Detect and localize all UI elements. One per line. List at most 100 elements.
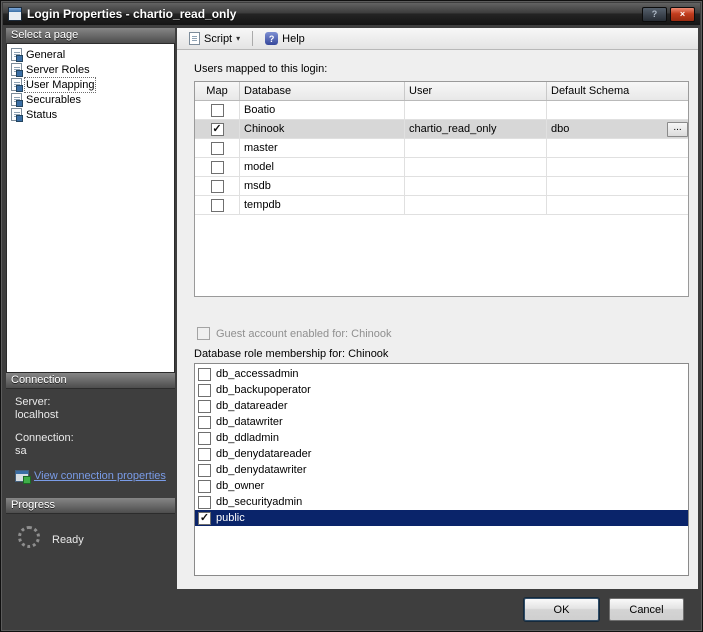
- database-cell: master: [240, 139, 405, 157]
- connection-label: Connection:: [15, 432, 175, 445]
- table-row[interactable]: tempdb: [195, 196, 688, 215]
- sidebar-item-general[interactable]: General: [7, 47, 174, 62]
- column-header-default-schema: Default Schema: [547, 82, 689, 100]
- role-label: db_denydatareader: [216, 448, 311, 460]
- role-list-item[interactable]: db_securityadmin: [195, 494, 688, 510]
- database-cell: model: [240, 158, 405, 176]
- user-cell: [405, 177, 547, 195]
- default-schema-cell[interactable]: dbo ...: [547, 120, 689, 138]
- page-list: General Server Roles User Mapping Secura…: [6, 44, 175, 373]
- role-list-item[interactable]: db_denydatawriter: [195, 462, 688, 478]
- sidebar-item-server-roles[interactable]: Server Roles: [7, 62, 174, 77]
- connection-value: sa: [15, 445, 175, 458]
- role-membership-label: Database role membership for: Chinook: [194, 348, 388, 360]
- progress-header: Progress: [6, 498, 175, 514]
- default-schema-cell: [547, 158, 689, 176]
- role-list-item[interactable]: db_backupoperator: [195, 382, 688, 398]
- role-checkbox[interactable]: [198, 432, 211, 445]
- default-schema-cell: [547, 101, 689, 119]
- map-cell: [195, 139, 240, 157]
- server-label: Server:: [15, 396, 175, 409]
- role-list-item[interactable]: db_ddladmin: [195, 430, 688, 446]
- role-checkbox[interactable]: [198, 464, 211, 477]
- help-titlebar-button[interactable]: ?: [642, 7, 667, 22]
- table-row[interactable]: Boatio: [195, 101, 688, 120]
- help-button-label: Help: [282, 33, 305, 45]
- map-checkbox[interactable]: [211, 199, 224, 212]
- sidebar-item-user-mapping[interactable]: User Mapping: [7, 77, 174, 92]
- role-label: db_datareader: [216, 400, 288, 412]
- role-list-item[interactable]: public: [195, 510, 688, 526]
- toolbar-separator: [252, 31, 253, 46]
- view-properties-icon: [15, 470, 29, 482]
- help-icon: [265, 32, 278, 45]
- toolbar: Script ▾ Help: [177, 28, 698, 50]
- close-button[interactable]: ×: [670, 7, 695, 22]
- user-mapping-table: Map Database User Default Schema Boatio …: [194, 81, 689, 297]
- role-checkbox[interactable]: [198, 384, 211, 397]
- database-cell: msdb: [240, 177, 405, 195]
- map-cell: [195, 120, 240, 138]
- titlebar: Login Properties - chartio_read_only ? ×: [3, 3, 700, 25]
- role-label: db_denydatawriter: [216, 464, 307, 476]
- sidebar-item-status[interactable]: Status: [7, 107, 174, 122]
- view-connection-properties-link[interactable]: View connection properties: [34, 470, 166, 482]
- script-button[interactable]: Script ▾: [183, 30, 246, 47]
- role-label: db_securityadmin: [216, 496, 302, 508]
- role-checkbox[interactable]: [198, 448, 211, 461]
- user-cell[interactable]: chartio_read_only: [405, 120, 547, 138]
- window-icon: [8, 7, 22, 21]
- sidebar-item-label: Server Roles: [26, 64, 90, 76]
- script-icon: [189, 32, 200, 45]
- browse-schema-button[interactable]: ...: [667, 122, 688, 137]
- map-checkbox[interactable]: [211, 142, 224, 155]
- role-checkbox[interactable]: [198, 368, 211, 381]
- map-checkbox[interactable]: [211, 161, 224, 174]
- page-icon: [11, 108, 22, 121]
- connection-header: Connection: [6, 373, 175, 389]
- sidebar-item-securables[interactable]: Securables: [7, 92, 174, 107]
- page-icon: [11, 93, 22, 106]
- page-icon: [11, 78, 22, 91]
- map-cell: [195, 158, 240, 176]
- script-button-label: Script: [204, 33, 232, 45]
- table-row[interactable]: msdb: [195, 177, 688, 196]
- window-title: Login Properties - chartio_read_only: [27, 7, 637, 21]
- map-checkbox[interactable]: [211, 104, 224, 117]
- table-row[interactable]: Chinook chartio_read_only dbo ...: [195, 120, 688, 139]
- progress-status-text: Ready: [52, 534, 84, 546]
- role-list-item[interactable]: db_accessadmin: [195, 366, 688, 382]
- map-cell: [195, 177, 240, 195]
- role-label: db_accessadmin: [216, 368, 299, 380]
- role-checkbox[interactable]: [198, 496, 211, 509]
- default-schema-cell: [547, 139, 689, 157]
- user-cell: [405, 139, 547, 157]
- table-row[interactable]: model: [195, 158, 688, 177]
- ok-button[interactable]: OK: [524, 598, 599, 621]
- login-properties-window: Login Properties - chartio_read_only ? ×…: [0, 0, 703, 632]
- table-row[interactable]: master: [195, 139, 688, 158]
- sidebar-item-label: Status: [26, 109, 57, 121]
- map-checkbox[interactable]: [211, 180, 224, 193]
- role-list-item[interactable]: db_datareader: [195, 398, 688, 414]
- database-cell: tempdb: [240, 196, 405, 214]
- select-a-page-header: Select a page: [6, 28, 175, 44]
- map-checkbox[interactable]: [211, 123, 224, 136]
- role-list-item[interactable]: db_denydatareader: [195, 446, 688, 462]
- cancel-button[interactable]: Cancel: [609, 598, 684, 621]
- role-checkbox[interactable]: [198, 512, 211, 525]
- role-checkbox[interactable]: [198, 416, 211, 429]
- page-icon: [11, 63, 22, 76]
- default-schema-cell: [547, 177, 689, 195]
- role-list-item[interactable]: db_datawriter: [195, 414, 688, 430]
- guest-account-checkbox: [197, 327, 210, 340]
- column-header-map: Map: [195, 82, 240, 100]
- chevron-down-icon: ▾: [236, 34, 240, 43]
- default-schema-cell: [547, 196, 689, 214]
- sidebar-item-label: User Mapping: [26, 79, 94, 91]
- role-checkbox[interactable]: [198, 400, 211, 413]
- role-checkbox[interactable]: [198, 480, 211, 493]
- role-list-item[interactable]: db_owner: [195, 478, 688, 494]
- help-button[interactable]: Help: [259, 30, 311, 47]
- table-header: Map Database User Default Schema: [195, 82, 688, 101]
